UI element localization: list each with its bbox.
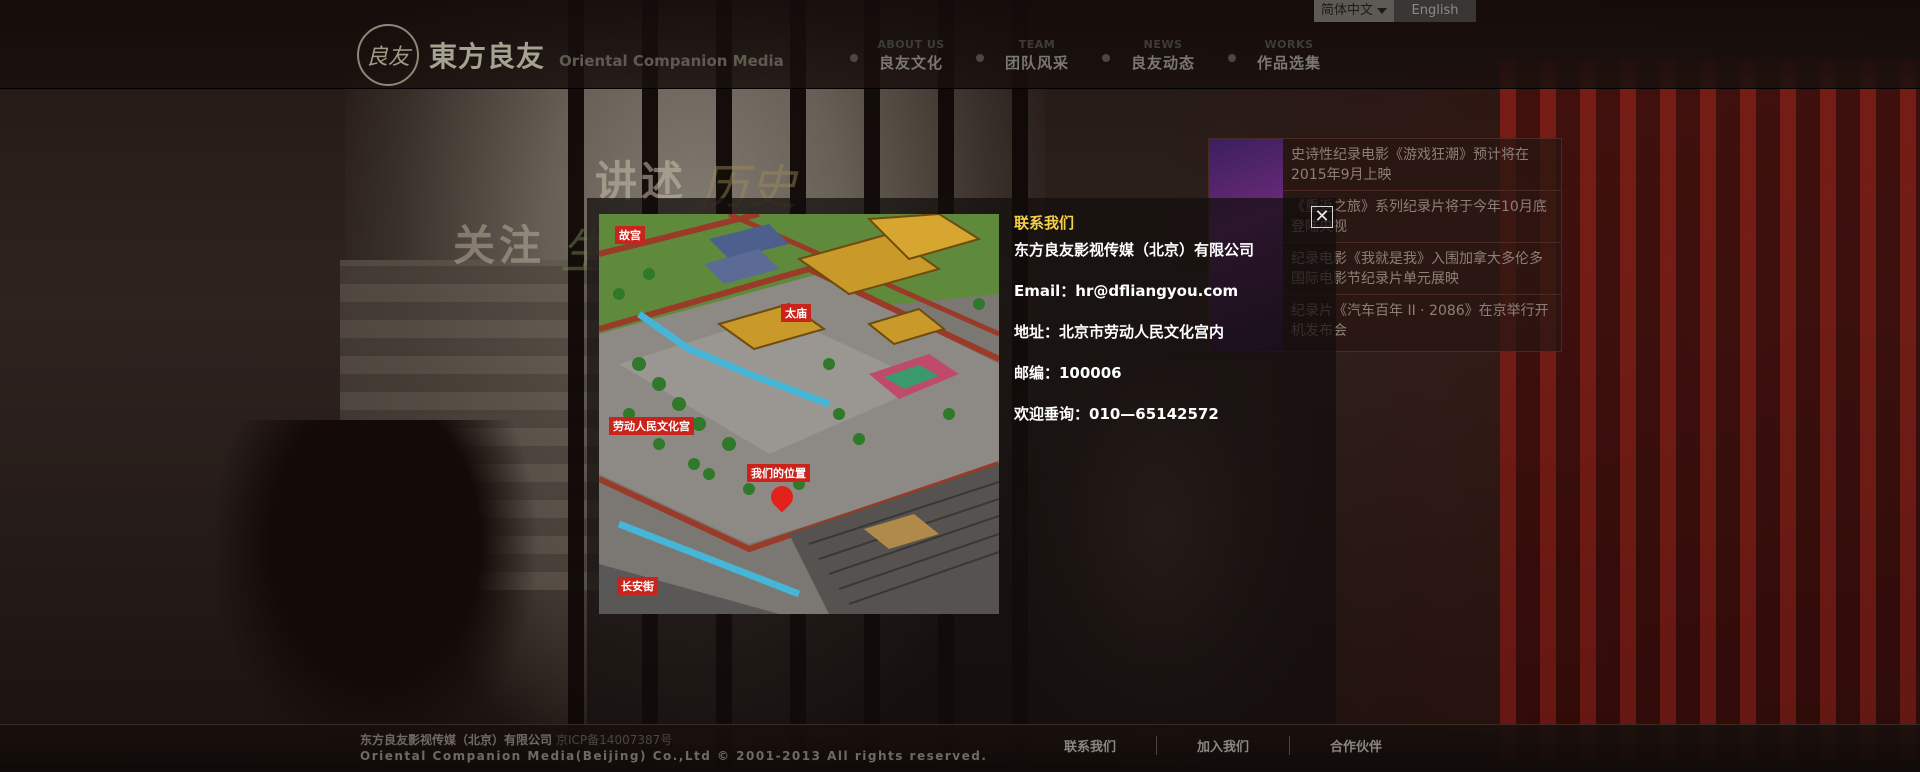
map-label-taimiao: 太庙 — [781, 304, 811, 322]
nav-item-en-label: ABOUT US — [877, 38, 945, 51]
contact-postcode: 邮编：100006 — [1014, 364, 1122, 382]
footer-link-contact[interactable]: 联系我们 — [1024, 736, 1156, 755]
nav-item-cn-label: 良友文化 — [878, 54, 943, 72]
contact-address: 地址：北京市劳动人民文化宫内 — [1014, 323, 1225, 341]
nav-item-team[interactable]: TEAM 团队风采 — [974, 38, 1100, 73]
map-label-gugong: 故宫 — [615, 226, 645, 244]
nav-item-cn-label: 良友动态 — [1130, 54, 1195, 72]
nav-item-about[interactable]: ABOUT US 良友文化 — [848, 38, 974, 73]
nav-bullet-icon — [1228, 54, 1236, 62]
footer-copyright: Oriental Companion Media(Beijing) Co.,Lt… — [360, 749, 988, 763]
contact-title: 联系我们 — [1014, 214, 1075, 232]
nav-item-en-label: WORKS — [1264, 38, 1314, 51]
chevron-down-icon — [1377, 7, 1387, 14]
close-icon[interactable]: ✕ — [1311, 206, 1333, 228]
map-label-wenhuagong: 劳动人民文化宫 — [609, 417, 694, 435]
contact-email[interactable]: Email：hr@dfliangyou.com — [1014, 280, 1254, 301]
nav-item-works[interactable]: WORKS 作品选集 — [1226, 38, 1352, 73]
footer-link-join[interactable]: 加入我们 — [1156, 736, 1289, 755]
map-label-location: 我们的位置 — [747, 464, 810, 482]
contact-modal: 故宫 太庙 劳动人民文化宫 我们的位置 长安街 ✕ 联系我们 东方良友影视传媒（… — [587, 198, 1336, 732]
footer-company: 东方良友影视传媒（北京）有限公司 京ICP备14007387号 — [360, 731, 672, 748]
background-silhouette — [210, 420, 540, 771]
footer-company-name: 东方良友影视传媒（北京）有限公司 — [360, 733, 553, 747]
hero-line-2: 关注 — [453, 221, 546, 270]
nav-item-news[interactable]: NEWS 良友动态 — [1100, 38, 1226, 73]
main-nav: ABOUT US 良友文化 TEAM 团队风采 NEWS 良友动态 WORKS … — [848, 38, 1352, 73]
contact-phone: 欢迎垂询：010—65142572 — [1014, 405, 1219, 423]
brand-name-cn: 東方良友 — [429, 40, 546, 73]
location-map: 故宫 太庙 劳动人民文化宫 我们的位置 长安街 — [599, 214, 999, 614]
nav-item-en-label: TEAM — [1018, 38, 1056, 51]
nav-item-cn-label: 作品选集 — [1256, 54, 1321, 72]
logo[interactable]: 良友 東方良友 Oriental Companion Media — [357, 24, 784, 86]
nav-item-en-label: NEWS — [1143, 38, 1183, 51]
nav-bullet-icon — [1102, 54, 1110, 62]
footer-link-partners[interactable]: 合作伙伴 — [1289, 736, 1422, 755]
footer-links: 联系我们 加入我们 合作伙伴 — [1024, 736, 1422, 755]
contact-info: 联系我们 东方良友影视传媒（北京）有限公司 Email：hr@dfliangyo… — [1014, 212, 1254, 424]
site-header: 良友 東方良友 Oriental Companion Media 简体中文 En… — [0, 0, 1920, 89]
language-select[interactable]: 简体中文 — [1314, 0, 1394, 22]
background-red-lattice — [1500, 60, 1920, 760]
nav-item-cn-label: 团队风采 — [1004, 54, 1069, 72]
language-english-link[interactable]: English — [1394, 0, 1476, 22]
brand-name-en: Oriental Companion Media — [559, 52, 784, 70]
logo-mark-icon: 良友 — [357, 24, 419, 86]
contact-company: 东方良友影视传媒（北京）有限公司 — [1014, 241, 1255, 259]
language-current: 简体中文 — [1320, 3, 1373, 18]
map-label-changanjie: 长安街 — [617, 577, 658, 595]
site-footer: 东方良友影视传媒（北京）有限公司 京ICP备14007387号 Oriental … — [0, 724, 1920, 772]
map-illustration — [599, 214, 999, 614]
nav-bullet-icon — [976, 54, 984, 62]
nav-bullet-icon — [850, 54, 858, 62]
footer-icp[interactable]: 京ICP备14007387号 — [556, 733, 672, 747]
news-item[interactable]: 史诗性纪录电影《游戏狂潮》预计将在2015年9月上映 — [1283, 139, 1561, 191]
